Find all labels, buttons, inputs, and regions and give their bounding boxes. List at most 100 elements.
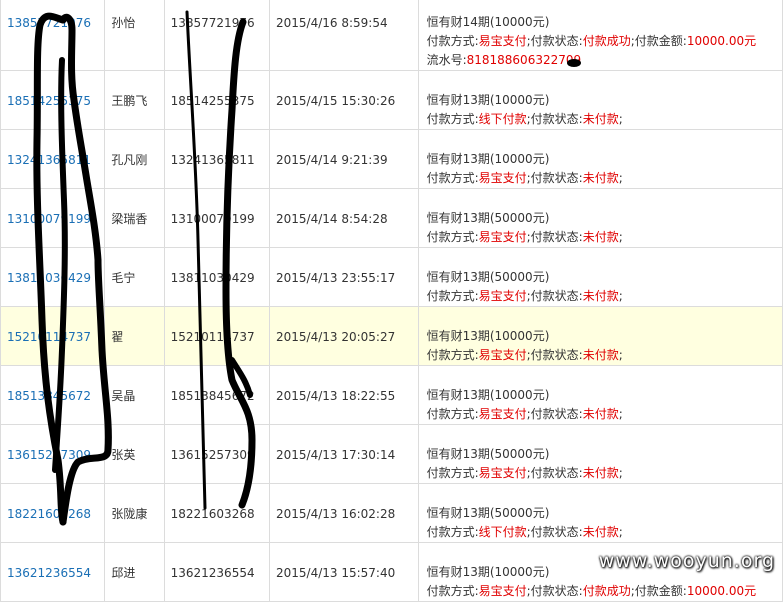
phone-link[interactable]: 13811030429 xyxy=(7,271,91,285)
customer-name: 吴晶 xyxy=(111,389,136,403)
pay-amount: 10000.00元 xyxy=(686,584,757,598)
customer-name: 梁瑞香 xyxy=(111,212,148,226)
payment-line: 付款方式:易宝支付;付款状态:未付款; xyxy=(426,466,623,480)
phone-cell: 13241365811 xyxy=(0,129,106,189)
order-info-cell: 恒有财14期(10000元) 付款方式:易宝支付;付款状态:付款成功;付款金额:1… xyxy=(417,0,783,71)
time-cell: 2015/4/14 9:21:39 xyxy=(269,129,419,189)
payment-line: 付款方式:易宝支付;付款状态:付款成功;付款金额:10000.00元 xyxy=(426,584,757,598)
name-cell: 梁瑞香 xyxy=(104,188,165,248)
customer-name: 张英 xyxy=(111,448,136,462)
mobile-number: 15210114737 xyxy=(170,330,255,344)
phone-link[interactable]: 18514255375 xyxy=(7,94,91,108)
phone-link[interactable]: 13615257309 xyxy=(7,448,91,462)
product-name: 恒有财13期(50000元) xyxy=(426,211,550,225)
pay-status: 付款成功 xyxy=(582,584,631,598)
order-time: 2015/4/13 17:30:14 xyxy=(276,448,396,462)
phone-link[interactable]: 13621236554 xyxy=(7,566,91,580)
customer-name: 张陇康 xyxy=(111,507,148,521)
table-row: 13857721976 孙怡 13857721976 2015/4/16 8:59:5… xyxy=(0,0,783,71)
phone-link[interactable]: 13857721976 xyxy=(7,16,91,30)
time-cell: 2015/4/13 15:57:40 xyxy=(269,542,419,602)
pay-method: 易宝支付 xyxy=(478,171,527,185)
pay-status: 未付款 xyxy=(582,112,619,126)
pay-method: 易宝支付 xyxy=(478,407,527,421)
table-row: 13615257309 张英 13615257309 2015/4/13 17:30:… xyxy=(0,424,783,484)
order-time: 2015/4/13 23:55:17 xyxy=(276,271,396,285)
pay-status: 未付款 xyxy=(582,171,619,185)
payment-line: 付款方式:易宝支付;付款状态:未付款; xyxy=(426,171,623,185)
mobile-number: 13857721976 xyxy=(170,16,255,30)
phone-link[interactable]: 15210114737 xyxy=(7,330,91,344)
mobile-cell: 18514255375 xyxy=(163,70,271,130)
time-cell: 2015/4/14 8:54:28 xyxy=(269,188,419,248)
order-time: 2015/4/13 15:57:40 xyxy=(276,566,396,580)
phone-cell: 15210114737 xyxy=(0,306,106,366)
serial-number: 818188606322709 xyxy=(466,53,582,67)
pay-status: 未付款 xyxy=(582,525,619,539)
order-info-cell: 恒有财13期(10000元) 付款方式:易宝支付;付款状态:未付款; xyxy=(417,129,783,189)
table-row: 13811030429 毛宁 13811030429 2015/4/13 23:55:… xyxy=(0,247,783,307)
phone-link[interactable]: 18221603268 xyxy=(7,507,91,521)
mobile-number: 13100079199 xyxy=(170,212,255,226)
order-info-cell: 恒有财13期(50000元) 付款方式:易宝支付;付款状态:未付款; xyxy=(417,188,783,248)
name-cell: 吴晶 xyxy=(104,365,165,425)
mobile-number: 18221603268 xyxy=(170,507,255,521)
product-name: 恒有财14期(10000元) xyxy=(426,15,550,29)
mobile-cell: 13615257309 xyxy=(163,424,271,484)
pay-method: 易宝支付 xyxy=(478,34,527,48)
customer-name: 翟 xyxy=(111,330,124,344)
pay-status: 未付款 xyxy=(582,289,619,303)
payment-line: 付款方式:线下付款;付款状态:未付款; xyxy=(426,525,623,539)
time-cell: 2015/4/15 15:30:26 xyxy=(269,70,419,130)
payment-line: 付款方式:易宝支付;付款状态:未付款; xyxy=(426,289,623,303)
phone-cell: 13857721976 xyxy=(0,0,106,71)
phone-cell: 18514255375 xyxy=(0,70,106,130)
phone-link[interactable]: 13241365811 xyxy=(7,153,91,167)
order-info-cell: 恒有财13期(50000元) 付款方式:易宝支付;付款状态:未付款; xyxy=(417,424,783,484)
payment-line: 付款方式:易宝支付;付款状态:付款成功;付款金额:10000.00元 xyxy=(426,34,757,48)
pay-method: 易宝支付 xyxy=(478,348,527,362)
order-info-cell: 恒有财13期(50000元) 付款方式:易宝支付;付款状态:未付款; xyxy=(417,247,783,307)
pay-method: 易宝支付 xyxy=(478,584,527,598)
name-cell: 张英 xyxy=(104,424,165,484)
time-cell: 2015/4/13 20:05:27 xyxy=(269,306,419,366)
payment-line: 付款方式:易宝支付;付款状态:未付款; xyxy=(426,348,623,362)
table-row: 18513845672 吴晶 18513845672 2015/4/13 18:22:… xyxy=(0,365,783,425)
pay-status: 未付款 xyxy=(582,348,619,362)
mobile-cell: 18221603268 xyxy=(163,483,271,543)
customer-name: 邱进 xyxy=(111,566,136,580)
pay-method: 易宝支付 xyxy=(478,230,527,244)
serial-line: 流水号:818188606322709 xyxy=(426,53,582,67)
orders-table-body: 13857721976 孙怡 13857721976 2015/4/16 8:59:5… xyxy=(0,0,783,602)
product-name: 恒有财13期(10000元) xyxy=(426,93,550,107)
order-time: 2015/4/13 20:05:27 xyxy=(276,330,396,344)
pay-method: 易宝支付 xyxy=(478,289,527,303)
mobile-cell: 18513845672 xyxy=(163,365,271,425)
phone-cell: 13615257309 xyxy=(0,424,106,484)
phone-link[interactable]: 18513845672 xyxy=(7,389,91,403)
product-name: 恒有财13期(10000元) xyxy=(426,388,550,402)
mobile-cell: 15210114737 xyxy=(163,306,271,366)
pay-status: 未付款 xyxy=(582,230,619,244)
product-name: 恒有财13期(50000元) xyxy=(426,270,550,284)
orders-table: 13857721976 孙怡 13857721976 2015/4/16 8:59:5… xyxy=(0,0,783,602)
mobile-number: 13811030429 xyxy=(170,271,255,285)
order-info-cell: 恒有财13期(10000元) 付款方式:易宝支付;付款状态:未付款; xyxy=(417,365,783,425)
product-name: 恒有财13期(50000元) xyxy=(426,447,550,461)
phone-cell: 13100079199 xyxy=(0,188,106,248)
pay-status: 付款成功 xyxy=(582,34,631,48)
customer-name: 王鹏飞 xyxy=(111,94,148,108)
order-time: 2015/4/13 18:22:55 xyxy=(276,389,396,403)
time-cell: 2015/4/13 16:02:28 xyxy=(269,483,419,543)
pay-status: 未付款 xyxy=(582,407,619,421)
payment-line: 付款方式:线下付款;付款状态:未付款; xyxy=(426,112,623,126)
time-cell: 2015/4/13 23:55:17 xyxy=(269,247,419,307)
phone-link[interactable]: 13100079199 xyxy=(7,212,91,226)
order-info-cell: 恒有财13期(10000元) 付款方式:线下付款;付款状态:未付款; xyxy=(417,70,783,130)
name-cell: 毛宁 xyxy=(104,247,165,307)
table-row: 18221603268 张陇康 18221603268 2015/4/13 16:02… xyxy=(0,483,783,543)
mobile-number: 13615257309 xyxy=(170,448,255,462)
order-time: 2015/4/13 16:02:28 xyxy=(276,507,396,521)
order-time: 2015/4/14 9:21:39 xyxy=(276,153,388,167)
name-cell: 张陇康 xyxy=(104,483,165,543)
